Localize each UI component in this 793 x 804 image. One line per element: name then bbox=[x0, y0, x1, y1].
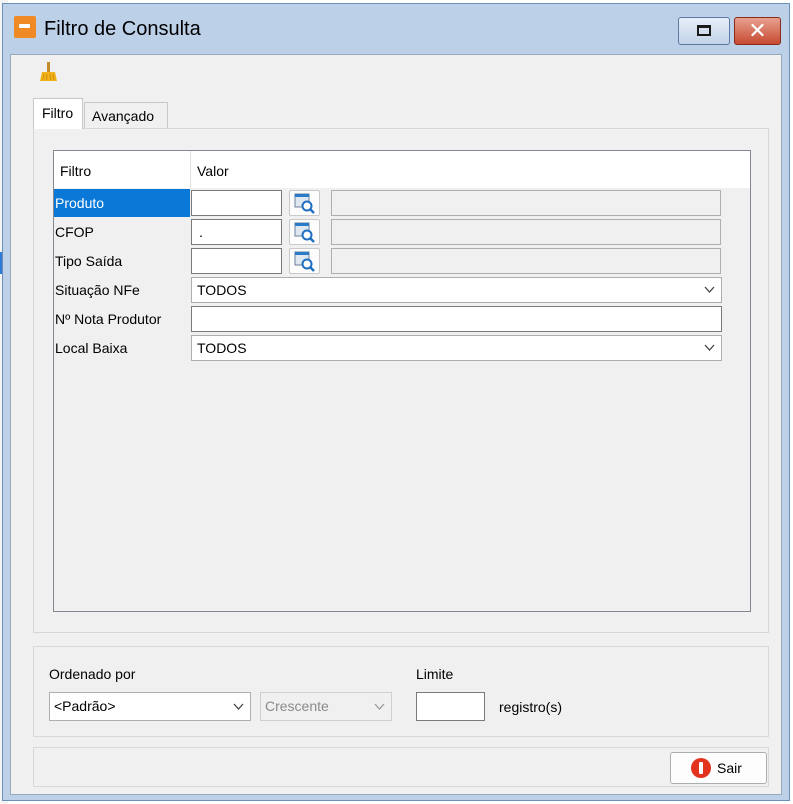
filter-row-local-baixa[interactable]: Local Baixa TODOS bbox=[54, 334, 750, 363]
local-baixa-select[interactable]: TODOS bbox=[191, 335, 722, 361]
cfop-lookup-button[interactable] bbox=[289, 219, 320, 245]
order-by-value: <Padrão> bbox=[54, 698, 116, 714]
maximize-button[interactable] bbox=[678, 17, 730, 45]
filter-label[interactable]: Situação NFe bbox=[54, 276, 190, 304]
footer-bar: Sair bbox=[33, 747, 769, 787]
header-divider bbox=[190, 151, 191, 188]
title-bar[interactable]: Filtro de Consulta ✕ bbox=[3, 4, 789, 54]
filter-label[interactable]: Tipo Saída bbox=[54, 247, 190, 275]
local-baixa-value: TODOS bbox=[197, 340, 247, 356]
tipo-saida-description-field bbox=[331, 248, 721, 274]
filter-label[interactable]: Produto bbox=[54, 189, 190, 217]
dialog-window: Filtro de Consulta ✕ Filtro Avançado Fil… bbox=[2, 3, 790, 801]
filter-label[interactable]: Nº Nota Produtor bbox=[54, 305, 190, 333]
lookup-search-icon bbox=[294, 251, 315, 272]
order-by-label: Ordenado por bbox=[49, 666, 136, 682]
limit-label: Limite bbox=[416, 666, 454, 682]
window-title: Filtro de Consulta bbox=[44, 18, 201, 40]
chevron-down-icon bbox=[704, 344, 715, 351]
exit-icon bbox=[691, 758, 711, 778]
produto-description-field bbox=[331, 190, 721, 216]
filter-row-cfop[interactable]: CFOP . bbox=[54, 218, 750, 247]
filter-label[interactable]: CFOP bbox=[54, 218, 190, 246]
broom-icon[interactable] bbox=[37, 61, 59, 83]
maximize-icon bbox=[697, 25, 711, 36]
column-header-valor[interactable]: Valor bbox=[197, 163, 229, 179]
records-label: registro(s) bbox=[499, 699, 563, 715]
filter-row-tipo-saida[interactable]: Tipo Saída bbox=[54, 247, 750, 276]
dialog-client-area: Filtro Avançado Filtro Valor Produto CFO… bbox=[10, 54, 782, 795]
exit-button[interactable]: Sair bbox=[670, 752, 767, 784]
situacao-nfe-select[interactable]: TODOS bbox=[191, 277, 722, 303]
lookup-search-icon bbox=[294, 193, 315, 214]
ordering-group: Ordenado por <Padrão> Crescente Limite r… bbox=[33, 646, 769, 737]
chevron-down-icon bbox=[374, 703, 385, 710]
tab-panel-filtro: Filtro Valor Produto CFOP . Tipo Saída S… bbox=[33, 128, 769, 633]
produto-lookup-button[interactable] bbox=[289, 190, 320, 216]
column-header-filtro[interactable]: Filtro bbox=[60, 163, 91, 179]
order-direction-select[interactable]: Crescente bbox=[260, 692, 392, 721]
filter-label[interactable]: Local Baixa bbox=[54, 334, 190, 362]
exit-button-label: Sair bbox=[717, 760, 742, 776]
lookup-search-icon bbox=[294, 222, 315, 243]
order-direction-value: Crescente bbox=[265, 698, 329, 714]
filter-row-situacao-nfe[interactable]: Situação NFe TODOS bbox=[54, 276, 750, 305]
app-icon bbox=[14, 16, 36, 38]
tab-filtro[interactable]: Filtro bbox=[33, 98, 83, 129]
filter-row-produto[interactable]: Produto bbox=[54, 189, 750, 218]
tab-avancado[interactable]: Avançado bbox=[84, 102, 168, 128]
situacao-nfe-value: TODOS bbox=[197, 282, 247, 298]
filter-grid: Filtro Valor Produto CFOP . Tipo Saída S… bbox=[53, 150, 751, 612]
tipo-saida-lookup-button[interactable] bbox=[289, 248, 320, 274]
close-icon: ✕ bbox=[748, 19, 767, 44]
grid-header: Filtro Valor bbox=[54, 151, 750, 188]
tipo-saida-code-input[interactable] bbox=[191, 248, 282, 274]
chevron-down-icon bbox=[233, 703, 244, 710]
nota-produtor-input[interactable] bbox=[191, 306, 722, 332]
order-by-select[interactable]: <Padrão> bbox=[49, 692, 251, 721]
chevron-down-icon bbox=[704, 286, 715, 293]
cfop-description-field bbox=[331, 219, 721, 245]
close-button[interactable]: ✕ bbox=[734, 17, 781, 45]
cfop-code-input[interactable]: . bbox=[191, 219, 282, 245]
produto-code-input[interactable] bbox=[191, 190, 282, 216]
filter-row-nota-produtor[interactable]: Nº Nota Produtor bbox=[54, 305, 750, 334]
limit-input[interactable] bbox=[416, 692, 485, 721]
